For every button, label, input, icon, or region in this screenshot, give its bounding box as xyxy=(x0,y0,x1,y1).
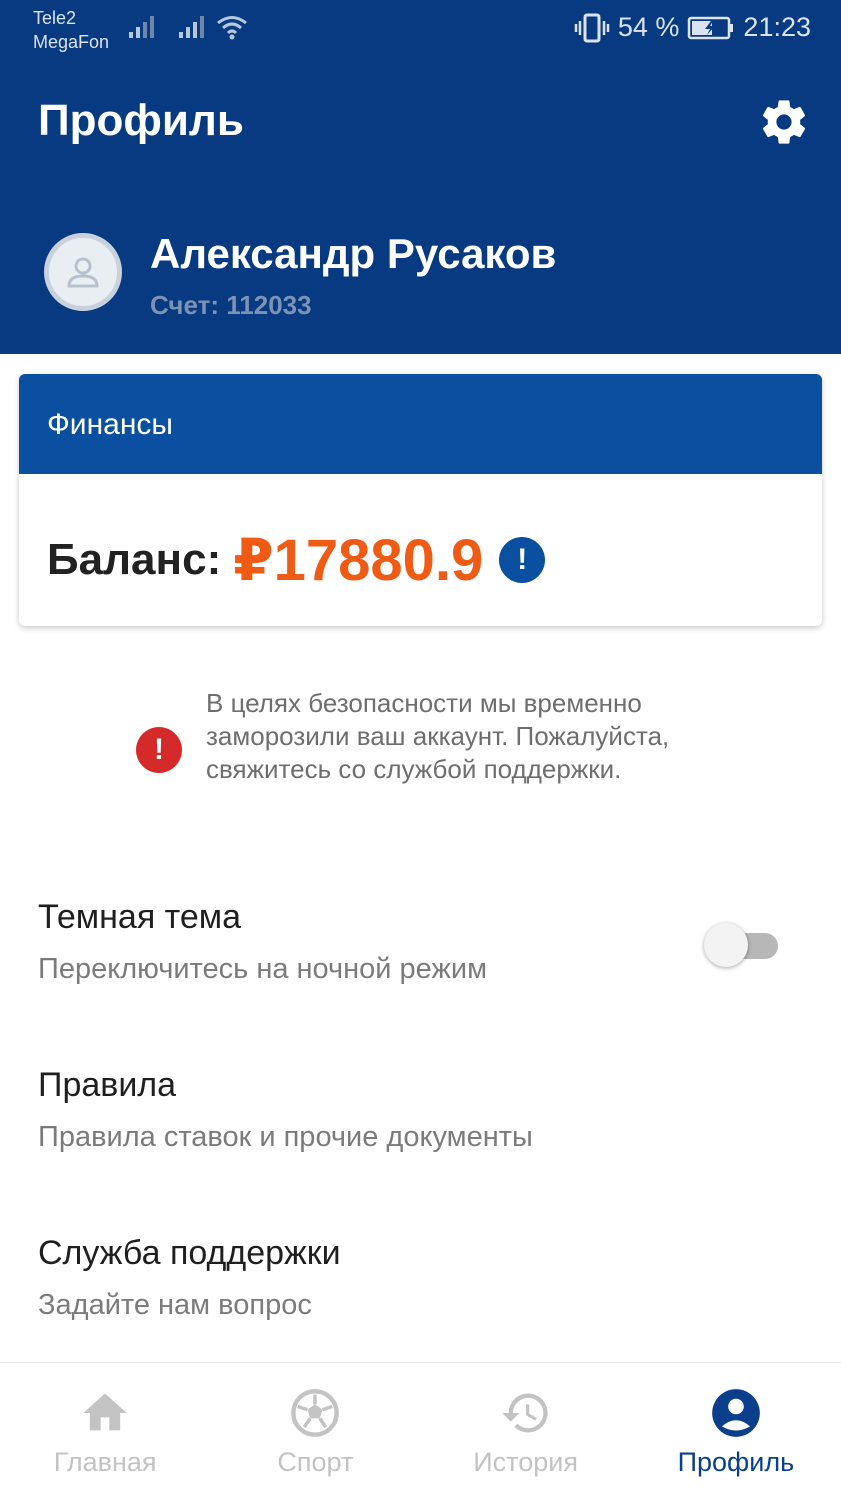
setting-subtitle: Правила ставок и прочие документы xyxy=(38,1121,533,1153)
setting-subtitle: Задайте нам вопрос xyxy=(38,1289,312,1321)
setting-rules[interactable]: Правила Правила ставок и прочие документ… xyxy=(38,1065,808,1157)
setting-support[interactable]: Служба поддержки Задайте нам вопрос xyxy=(38,1233,808,1325)
warning-text: В целях безопасности мы временно замороз… xyxy=(206,688,670,784)
nav-label: История xyxy=(473,1447,578,1477)
carrier-2-label: MegaFon xyxy=(33,32,110,52)
user-icon xyxy=(67,257,99,288)
carriers: Tele2 MegaFon xyxy=(33,6,109,54)
setting-dark-theme[interactable]: Темная тема Переключитесь на ночной режи… xyxy=(38,897,808,989)
avatar[interactable] xyxy=(44,233,122,311)
info-icon[interactable]: ! xyxy=(499,537,546,583)
setting-title: Темная тема xyxy=(38,898,242,936)
nav-label: Главная xyxy=(53,1447,157,1477)
signal-icon xyxy=(129,16,154,38)
status-bar: Tele2 MegaFon 54 % 21:23 xyxy=(0,0,841,60)
gear-icon[interactable] xyxy=(758,96,810,148)
carrier-1-label: Tele2 xyxy=(33,8,77,28)
account-number: Счет: 112033 xyxy=(150,290,312,320)
balance-label: Баланс: xyxy=(47,535,222,584)
bottom-nav: Главная Спорт История Профиль xyxy=(0,1362,841,1495)
status-right: 54 % 21:23 xyxy=(574,12,811,43)
setting-title: Служба поддержки xyxy=(38,1234,341,1272)
soccer-ball-icon xyxy=(291,1389,340,1437)
nav-item-profile[interactable]: Профиль xyxy=(631,1363,841,1495)
user-name: Александр Русаков xyxy=(150,230,557,277)
history-icon xyxy=(501,1393,548,1433)
dark-theme-toggle[interactable] xyxy=(704,921,778,969)
battery-percent: 54 % xyxy=(617,12,680,42)
vibrate-icon xyxy=(574,13,610,42)
header: Tele2 MegaFon 54 % 21:23 Профиль Алексан… xyxy=(0,0,841,354)
finance-card[interactable]: Финансы Баланс: ₽17880.9 ! xyxy=(19,374,822,626)
warning-icon: ! xyxy=(136,727,182,773)
signal-icon xyxy=(179,16,204,38)
nav-label: Профиль xyxy=(677,1447,795,1477)
setting-subtitle: Переключитесь на ночной режим xyxy=(38,953,488,985)
profile-icon xyxy=(712,1389,760,1437)
clock: 21:23 xyxy=(743,12,811,42)
balance-value: ₽17880.9 xyxy=(233,528,484,593)
nav-item-sport[interactable]: Спорт xyxy=(210,1363,420,1495)
nav-item-history[interactable]: История xyxy=(421,1363,631,1495)
finance-card-title: Финансы xyxy=(19,374,822,474)
page-title: Профиль xyxy=(38,96,244,145)
balance-row: Баланс: ₽17880.9 ! xyxy=(47,526,546,594)
toggle-knob xyxy=(704,923,748,967)
wifi-icon xyxy=(217,16,247,40)
setting-title: Правила xyxy=(38,1066,177,1104)
home-icon xyxy=(83,1393,127,1431)
battery-charging-icon xyxy=(688,16,734,39)
nav-item-home[interactable]: Главная xyxy=(0,1363,210,1495)
nav-label: Спорт xyxy=(277,1447,354,1477)
